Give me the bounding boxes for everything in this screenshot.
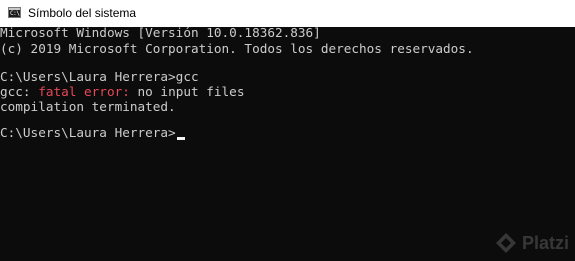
platzi-logo-icon [495,233,516,253]
console-line-version: Microsoft Windows [Versión 10.0.18362.83… [0,27,321,40]
watermark-text: Platzi [521,233,569,253]
error-message: no input files [129,84,245,99]
title-bar[interactable]: C:\ Símbolo del sistema [0,0,575,27]
prompt-text: C:\Users\Laura Herrera> [0,125,176,140]
text-cursor [176,137,185,140]
platzi-watermark: Platzi [494,231,569,255]
window-title: Símbolo del sistema [28,6,137,20]
console-line-command: C:\Users\Laura Herrera>gcc [0,69,199,84]
cmd-icon: C:\ [8,7,21,18]
console-line-error: gcc: fatal error: no input files [0,84,244,100]
console-output[interactable]: Microsoft Windows [Versión 10.0.18362.83… [0,27,575,261]
command-prompt-window: C:\ Símbolo del sistema Microsoft Window… [0,0,575,261]
console-line-terminated: compilation terminated. [0,99,176,114]
error-label: fatal error: [38,84,130,99]
console-line-prompt[interactable]: C:\Users\Laura Herrera> [0,125,185,141]
console-line-copyright: (c) 2019 Microsoft Corporation. Todos lo… [0,41,474,56]
error-prefix: gcc: [0,84,39,99]
